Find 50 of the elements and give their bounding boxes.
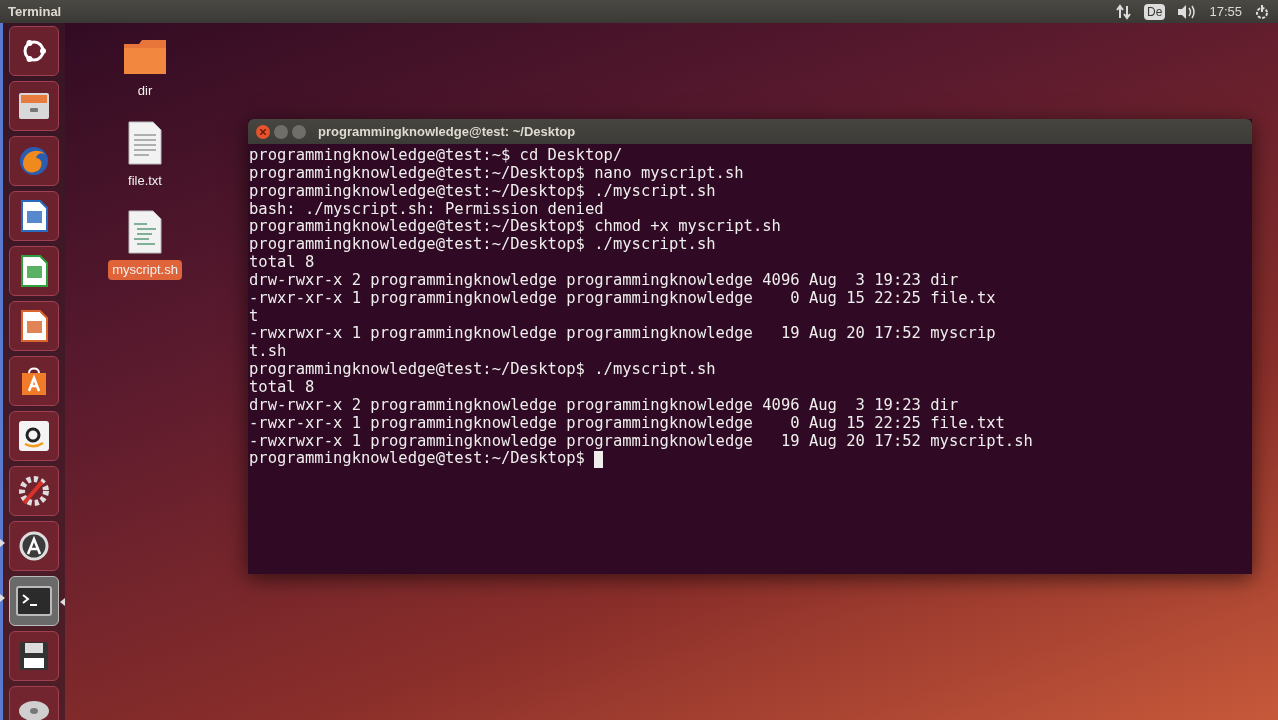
document-icon — [19, 199, 49, 233]
terminal-icon — [16, 586, 52, 616]
clock[interactable]: 17:55 — [1209, 1, 1242, 22]
terminal-line: -rwxrwxr-x 1 programmingknowledge programmingknowledge 19 Aug 20 17:52 myscript.sh — [249, 432, 1033, 451]
launcher-item[interactable] — [9, 301, 59, 351]
terminal-line: total 8 — [249, 254, 315, 272]
window-title: Terminal — [8, 2, 62, 21]
terminal-line: t — [249, 307, 259, 326]
launcher-item[interactable] — [9, 466, 59, 516]
speaker-icon[interactable] — [1177, 3, 1198, 20]
terminal-line: t.sh — [249, 343, 287, 362]
keyboard-layout-indicator[interactable]: De — [1144, 3, 1166, 20]
close-button[interactable] — [256, 124, 270, 139]
terminal-line: bash: ./myscript.sh: Permission denied — [249, 200, 604, 219]
launcher-item[interactable] — [9, 246, 59, 296]
launcher-item[interactable] — [9, 576, 59, 626]
document-icon — [19, 309, 49, 343]
terminal-line: -rwxr-xr-x 1 programmingknowledge programmingknowledge 0 Aug 15 22:25 file.txt — [249, 414, 1005, 433]
desktop-icon-label[interactable]: dir — [133, 81, 157, 101]
running-indicator-icon — [0, 539, 5, 547]
terminal-line: programmingknowledge@test:~/Desktop$ ./myscript.sh — [249, 236, 716, 255]
network-arrows-icon[interactable] — [1116, 3, 1133, 20]
terminal-line: programmingknowledge@test:~/Desktop$ nano myscript.sh — [249, 164, 744, 183]
launcher-item[interactable] — [9, 26, 59, 76]
terminal-line: -rwxr-xr-x 1 programmingknowledge programmingknowledge 0 Aug 15 22:25 file.tx — [249, 289, 996, 308]
terminal-line: drw-rwxr-x 2 programmingknowledge programmingknowledge 4096 Aug 3 19:23 dir — [249, 396, 959, 415]
launcher-item[interactable] — [9, 356, 59, 406]
document-icon — [19, 254, 49, 288]
close-icon — [260, 128, 266, 135]
text-file-icon — [127, 120, 163, 165]
desktop-icon-label[interactable]: file.txt — [124, 170, 166, 190]
terminal-line: programmingknowledge@test:~/Desktop$ chmod +x myscript.sh — [249, 218, 781, 237]
terminal-line: -rwxrwxr-x 1 programmingknowledge programmingknowledge 19 Aug 20 17:52 myscrip — [249, 325, 996, 344]
launcher-item[interactable] — [9, 521, 59, 571]
launcher-item[interactable] — [9, 191, 59, 241]
launcher-item[interactable] — [9, 81, 59, 131]
launcher-item[interactable] — [9, 411, 59, 461]
text-file-icon — [127, 210, 163, 254]
terminal-line: programmingknowledge@test:~/Desktop$ — [249, 450, 586, 469]
terminal-line: drw-rwxr-x 2 programmingknowledge programmingknowledge 4096 Aug 3 19:23 dir — [249, 271, 959, 290]
terminal-line: programmingknowledge@test:~$ cd Desktop/ — [249, 147, 623, 165]
terminal-line: programmingknowledge@test:~/Desktop$ ./myscript.sh — [249, 182, 716, 201]
terminal-line: programmingknowledge@test:~/Desktop$ ./myscript.sh — [249, 361, 716, 379]
running-indicator-icon — [0, 594, 5, 602]
window-title: programmingknowledge@test: ~/Desktop — [318, 122, 576, 141]
folder-icon — [123, 39, 167, 75]
launcher-item[interactable] — [9, 631, 59, 681]
power-gear-icon[interactable] — [1254, 3, 1270, 20]
terminal-line: total 8 — [249, 378, 315, 397]
file-cabinet-icon — [17, 91, 51, 121]
